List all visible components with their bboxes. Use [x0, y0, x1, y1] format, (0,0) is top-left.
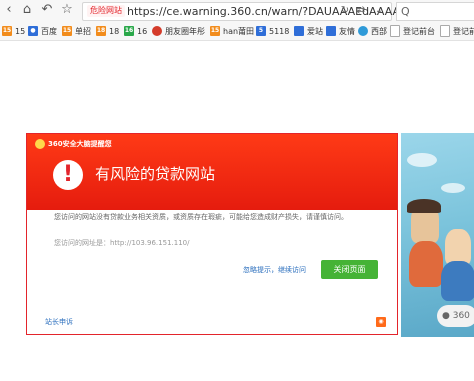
bookmark-label: 15	[15, 26, 26, 36]
bookmark-item[interactable]: 18 18	[96, 24, 119, 38]
bookmark-item[interactable]: 15 单招	[62, 24, 91, 38]
bookmark-item[interactable]: 登记前台	[390, 24, 435, 38]
search-box[interactable]: Q	[396, 2, 474, 21]
bookmark-item[interactable]: 西部	[358, 24, 387, 38]
bookmark-item[interactable]: 朋友圈年彤	[152, 24, 205, 38]
bookmark-item[interactable]: 爱站	[294, 24, 323, 38]
page-icon	[390, 25, 400, 37]
bookmark-label: 朋友圈年彤	[165, 26, 205, 36]
18-icon: 18	[96, 26, 106, 36]
webmaster-appeal-link[interactable]: 站长申诉	[45, 317, 73, 327]
15-icon: 15	[62, 26, 72, 36]
character-body	[441, 261, 474, 301]
pengyou-icon	[152, 26, 162, 36]
brand-text: 360安全大脑提醒您	[48, 140, 112, 148]
address-bar[interactable]: 危险网站 https://ce.warning.360.cn/warn/?DAU…	[82, 2, 400, 21]
16-icon: 16	[124, 26, 134, 36]
risk-warning-dialog: 360安全大脑提醒您 ! 有风险的贷款网站 您访问的网站没有贷款业务相关资质，或…	[26, 133, 398, 335]
exclamation-icon: !	[53, 160, 83, 190]
character-figure	[445, 229, 471, 265]
star-icon[interactable]: ☆	[60, 3, 74, 17]
feedback-icon[interactable]: ◉	[376, 317, 386, 327]
15-icon: 15	[210, 26, 220, 36]
browser-toolbar: ‹ ⌂ ↶ ☆ 危险网站 https://ce.warning.360.cn/w…	[0, 0, 474, 22]
back-icon[interactable]: ‹	[2, 3, 16, 17]
bookmark-label: 单招	[75, 26, 91, 36]
undo-icon[interactable]: ↶	[40, 3, 54, 17]
decorative-illustration: ● 360	[401, 133, 474, 337]
bookmark-label: 18	[109, 26, 120, 36]
brand-header: 360安全大脑提醒您	[35, 138, 112, 150]
home-icon[interactable]: ⌂	[20, 3, 34, 17]
character-body	[409, 241, 443, 287]
danger-site-badge: 危险网站	[87, 5, 125, 17]
5118-icon: 5	[256, 26, 266, 36]
bookmark-label: han莆田	[223, 26, 255, 36]
bookmark-item[interactable]: ● 百度	[28, 24, 57, 38]
visited-address: 您访问的网址是：http://103.96.151.110/	[54, 239, 190, 247]
close-page-button[interactable]: 关闭页面	[321, 260, 378, 279]
share-icon[interactable]: ⇄	[355, 5, 367, 17]
bookmark-item[interactable]: 16 16	[124, 24, 147, 38]
bookmark-label: 5118	[269, 26, 290, 36]
15-icon: 15	[2, 26, 12, 36]
character-hair	[407, 199, 441, 213]
bookmark-label: 登记前台	[403, 26, 435, 36]
bookmark-item[interactable]: 15 han莆田	[210, 24, 254, 38]
bookmark-label: 西部	[371, 26, 387, 36]
xibu-icon	[358, 26, 368, 36]
aizhan-icon	[294, 26, 304, 36]
cloud-shape	[441, 183, 465, 193]
bookmark-label: 16	[137, 26, 148, 36]
baidu-icon: ●	[28, 26, 38, 36]
bookmark-label: 友情	[339, 26, 355, 36]
bookmarks-bar: 15 15 ● 百度 15 单招 18 18 16 16 朋友圈年彤 15 ha…	[0, 22, 474, 41]
cloud-shape	[407, 153, 437, 167]
bookmark-label: 百度	[41, 26, 57, 36]
warning-title: 有风险的贷款网站	[95, 165, 216, 183]
ignore-and-continue-link[interactable]: 忽略提示，继续访问	[243, 265, 306, 275]
search-icon: Q	[401, 5, 410, 18]
menu-chevron-icon[interactable]: ⌄	[373, 5, 385, 17]
youqing-icon	[326, 26, 336, 36]
bookmark-label: 登记前	[453, 26, 474, 36]
bookmark-item[interactable]: 登记前	[440, 24, 474, 38]
page-icon	[440, 25, 450, 37]
360-pill-badge: ● 360	[437, 305, 474, 327]
bookmark-item[interactable]: 15 15	[2, 24, 25, 38]
bookmark-item[interactable]: 友情	[326, 24, 355, 38]
reload-icon[interactable]: ↻	[339, 5, 351, 17]
warning-description: 您访问的网站没有贷款业务相关资质，或资质存在瑕疵，可能给您造成财产损失，请谨慎访…	[54, 213, 348, 221]
360-logo-icon	[35, 139, 45, 149]
bookmark-label: 爱站	[307, 26, 323, 36]
bookmark-item[interactable]: 5 5118	[256, 24, 289, 38]
warning-banner: 360安全大脑提醒您 ! 有风险的贷款网站	[27, 134, 397, 210]
